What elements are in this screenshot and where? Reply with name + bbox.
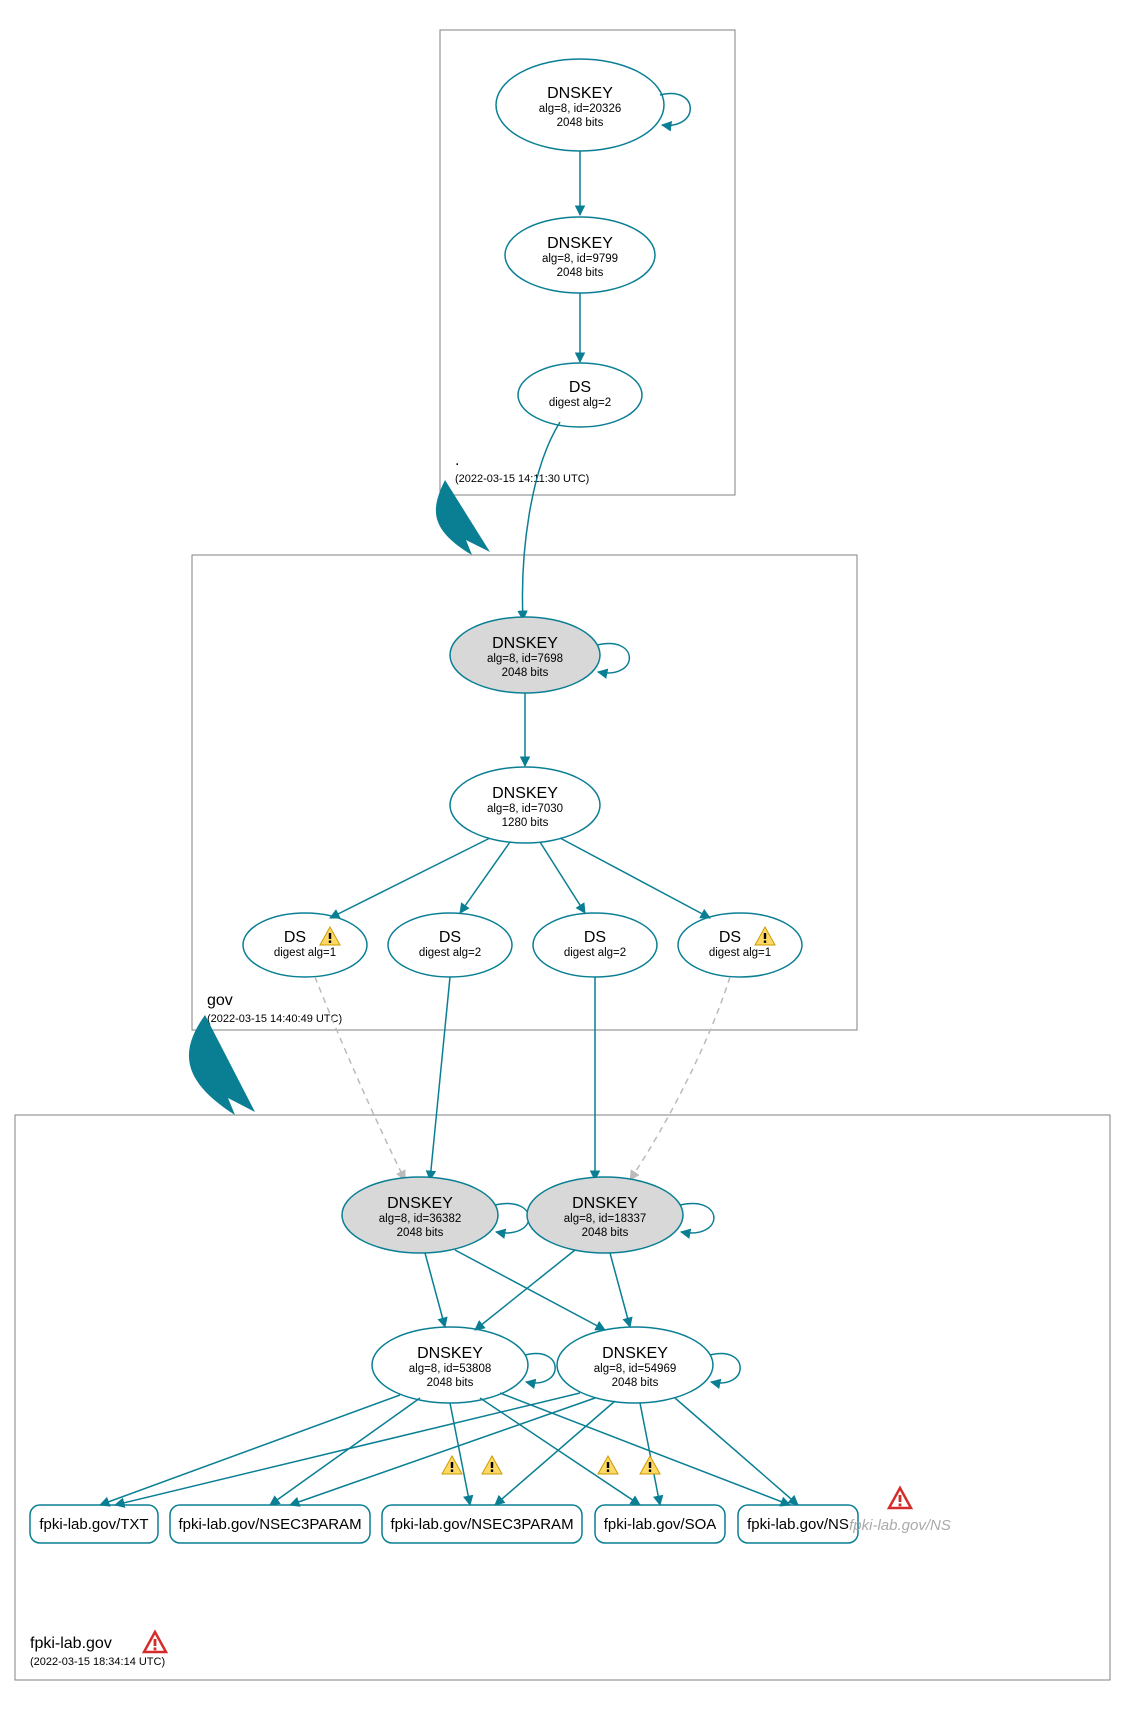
edge-gov-zsk-ds1: [330, 838, 490, 918]
edge-zsk1-txt: [100, 1395, 400, 1505]
edge-zsk1-ns: [500, 1393, 790, 1505]
svg-text:DNSKEY: DNSKEY: [492, 635, 558, 652]
zone-root-label: .: [455, 452, 459, 469]
edge-gov-zsk-ds4: [560, 838, 710, 918]
svg-text:alg=8, id=7698: alg=8, id=7698: [487, 653, 563, 665]
edge-zsk2-ns: [675, 1398, 798, 1505]
svg-text:1280 bits: 1280 bits: [502, 817, 549, 829]
svg-text:alg=8, id=53808: alg=8, id=53808: [409, 1363, 492, 1375]
svg-text:fpki-lab.gov/SOA: fpki-lab.gov/SOA: [604, 1516, 717, 1533]
edge-root-ksk-self: [660, 94, 690, 126]
svg-text:alg=8, id=7030: alg=8, id=7030: [487, 803, 563, 815]
warning-icon: [640, 1456, 660, 1474]
svg-text:2048 bits: 2048 bits: [612, 1377, 659, 1389]
svg-text:DNSKEY: DNSKEY: [572, 1195, 638, 1212]
node-leaf-ksk2[interactable]: DNSKEY alg=8, id=18337 2048 bits: [527, 1177, 683, 1253]
svg-text:2048 bits: 2048 bits: [557, 267, 604, 279]
svg-text:DNSKEY: DNSKEY: [547, 235, 613, 252]
svg-text:2048 bits: 2048 bits: [397, 1227, 444, 1239]
edge-ksk1-zsk2: [455, 1250, 605, 1330]
edge-ds4-leaf2: [630, 977, 730, 1180]
edge-zsk2-txt: [115, 1393, 580, 1505]
edge-ds2-leaf1: [430, 977, 450, 1180]
edge-leaf-ksk1-self: [495, 1204, 529, 1233]
zone-leaf-timestamp: (2022-03-15 18:34:14 UTC): [30, 1656, 165, 1668]
edge-ksk2-zsk1: [475, 1250, 575, 1330]
edge-ksk2-zsk2: [610, 1253, 630, 1327]
svg-text:DS: DS: [719, 929, 741, 946]
zone-leaf-label: fpki-lab.gov: [30, 1635, 112, 1652]
svg-text:digest alg=2: digest alg=2: [549, 397, 611, 409]
edge-ds1-leaf1: [315, 977, 405, 1180]
svg-text:alg=8, id=36382: alg=8, id=36382: [379, 1213, 462, 1225]
svg-text:alg=8, id=18337: alg=8, id=18337: [564, 1213, 647, 1225]
zone-gov-timestamp: (2022-03-15 14:40:49 UTC): [207, 1013, 342, 1025]
svg-text:DS: DS: [284, 929, 306, 946]
svg-text:fpki-lab.gov/NS: fpki-lab.gov/NS: [747, 1516, 849, 1533]
svg-text:DNSKEY: DNSKEY: [492, 785, 558, 802]
warning-icon: [442, 1456, 462, 1474]
svg-text:alg=8, id=20326: alg=8, id=20326: [539, 103, 622, 115]
zone-root-timestamp: (2022-03-15 14:11:30 UTC): [455, 473, 589, 485]
node-leaf-zsk2[interactable]: DNSKEY alg=8, id=54969 2048 bits: [557, 1327, 713, 1403]
node-gov-ds3[interactable]: DS digest alg=2: [533, 913, 657, 977]
svg-text:2048 bits: 2048 bits: [557, 117, 604, 129]
node-root-zsk[interactable]: DNSKEY alg=8, id=9799 2048 bits: [505, 217, 655, 293]
error-icon: [889, 1488, 911, 1508]
svg-text:digest alg=1: digest alg=1: [274, 947, 336, 959]
svg-text:DS: DS: [569, 379, 591, 396]
edge-gov-zsk-ds2: [460, 842, 510, 913]
svg-text:2048 bits: 2048 bits: [502, 667, 549, 679]
svg-text:DS: DS: [584, 929, 606, 946]
node-gov-zsk[interactable]: DNSKEY alg=8, id=7030 1280 bits: [450, 767, 600, 843]
edge-zsk1-nsec2: [450, 1403, 470, 1505]
edge-leaf-zsk2-self: [710, 1354, 740, 1383]
svg-text:fpki-lab.gov/NSEC3PARAM: fpki-lab.gov/NSEC3PARAM: [178, 1516, 361, 1533]
node-leaf-ksk1[interactable]: DNSKEY alg=8, id=36382 2048 bits: [342, 1177, 498, 1253]
node-gov-ksk[interactable]: DNSKEY alg=8, id=7698 2048 bits: [450, 617, 600, 693]
edge-ksk1-zsk1: [425, 1253, 445, 1327]
edge-zsk2-nsec2: [495, 1401, 615, 1505]
edge-root-ds-gov-ksk: [522, 422, 560, 620]
edge-gov-ksk-self: [597, 644, 629, 673]
svg-text:DNSKEY: DNSKEY: [602, 1345, 668, 1362]
svg-text:fpki-lab.gov/TXT: fpki-lab.gov/TXT: [39, 1516, 148, 1533]
warning-icon: [482, 1456, 502, 1474]
node-gov-ds1[interactable]: DS digest alg=1: [243, 913, 367, 977]
svg-text:DNSKEY: DNSKEY: [417, 1345, 483, 1362]
edge-gov-zsk-ds3: [540, 842, 585, 913]
warning-icon: [598, 1456, 618, 1474]
error-icon: [144, 1632, 166, 1652]
edge-zsk1-soa: [480, 1398, 640, 1505]
svg-text:DNSKEY: DNSKEY: [387, 1195, 453, 1212]
svg-text:fpki-lab.gov/NSEC3PARAM: fpki-lab.gov/NSEC3PARAM: [390, 1516, 573, 1533]
zone-gov-label: gov: [207, 992, 233, 1009]
svg-text:alg=8, id=54969: alg=8, id=54969: [594, 1363, 677, 1375]
rr-ns-error[interactable]: fpki-lab.gov/NS: [849, 1517, 951, 1534]
dnssec-graph: . (2022-03-15 14:11:30 UTC) DNSKEY alg=8…: [0, 0, 1125, 1715]
node-root-ds[interactable]: DS digest alg=2: [518, 363, 642, 427]
svg-text:digest alg=2: digest alg=2: [419, 947, 481, 959]
svg-text:alg=8, id=9799: alg=8, id=9799: [542, 253, 618, 265]
node-gov-ds4[interactable]: DS digest alg=1: [678, 913, 802, 977]
delegation-root-gov: [436, 480, 490, 555]
node-leaf-zsk1[interactable]: DNSKEY alg=8, id=53808 2048 bits: [372, 1327, 528, 1403]
edge-leaf-ksk2-self: [680, 1204, 714, 1233]
svg-text:2048 bits: 2048 bits: [582, 1227, 629, 1239]
svg-text:DNSKEY: DNSKEY: [547, 85, 613, 102]
svg-text:DS: DS: [439, 929, 461, 946]
svg-text:2048 bits: 2048 bits: [427, 1377, 474, 1389]
node-gov-ds2[interactable]: DS digest alg=2: [388, 913, 512, 977]
edge-leaf-zsk1-self: [525, 1354, 555, 1383]
svg-text:digest alg=2: digest alg=2: [564, 947, 626, 959]
node-root-ksk[interactable]: DNSKEY alg=8, id=20326 2048 bits: [496, 59, 664, 151]
svg-text:digest alg=1: digest alg=1: [709, 947, 771, 959]
edge-zsk1-nsec1: [270, 1398, 420, 1505]
